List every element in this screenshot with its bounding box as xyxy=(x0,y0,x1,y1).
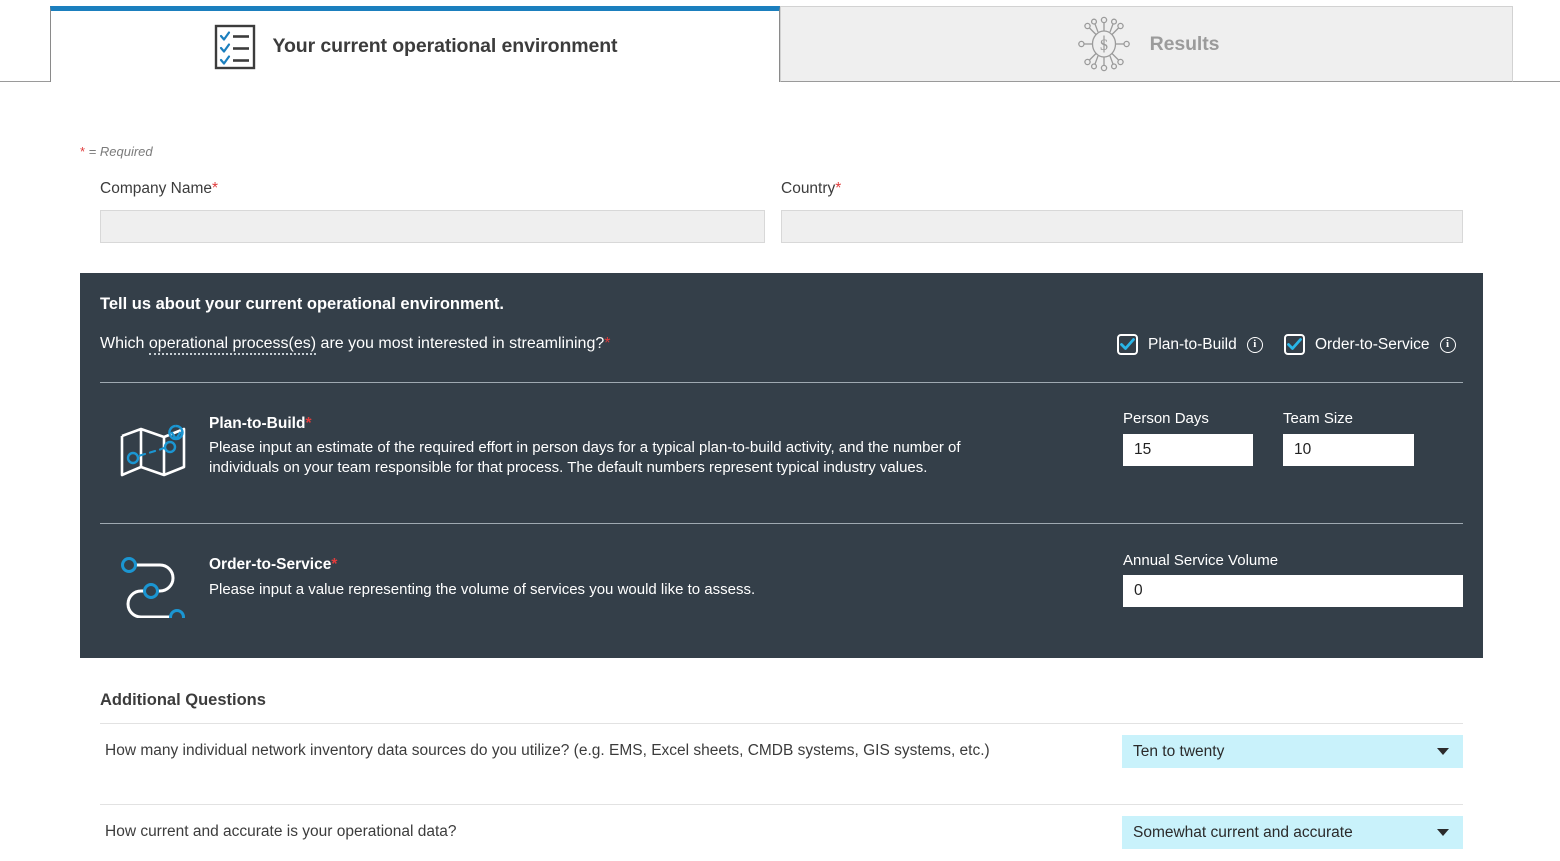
service-path-icon xyxy=(118,554,190,623)
info-icon-plan-to-build[interactable]: i xyxy=(1247,337,1263,353)
tab-current-operational-environment[interactable]: Your current operational environment xyxy=(50,6,780,82)
check-icon xyxy=(1287,338,1302,351)
company-name-input[interactable] xyxy=(100,210,765,243)
chevron-down-icon xyxy=(1437,748,1449,755)
dropdown-data-sources[interactable]: Ten to twenty xyxy=(1122,735,1463,768)
company-name-label-text: Company Name xyxy=(100,180,212,197)
checklist-icon xyxy=(213,24,257,70)
additional-questions-divider-2 xyxy=(100,804,1463,805)
team-size-input[interactable] xyxy=(1283,434,1414,466)
additional-questions-divider-1 xyxy=(100,723,1463,724)
tab-label-results: Results xyxy=(1150,33,1220,56)
question-text-data-sources: How many individual network inventory da… xyxy=(105,742,990,760)
panel-divider-bottom xyxy=(100,523,1463,524)
row-title-plan-to-build: Plan-to-Build* xyxy=(209,415,311,433)
row-description-order-to-service: Please input a value representing the vo… xyxy=(209,580,989,600)
dropdown-value-data-accuracy: Somewhat current and accurate xyxy=(1133,824,1353,842)
checkbox-order-to-service[interactable] xyxy=(1284,334,1305,355)
person-days-label: Person Days xyxy=(1123,410,1209,427)
person-days-input[interactable] xyxy=(1123,434,1253,466)
panel-question-pre: Which xyxy=(100,335,149,352)
row-title-order-to-service: Order-to-Service* xyxy=(209,556,337,574)
question-text-data-accuracy: How current and accurate is your operati… xyxy=(105,823,457,841)
checkbox-group-plan-to-build[interactable]: Plan-to-Build i xyxy=(1117,334,1263,355)
panel-question-required-star: * xyxy=(604,335,610,352)
annual-service-volume-input[interactable] xyxy=(1123,575,1463,607)
country-label: Country* xyxy=(781,180,841,198)
panel-title: Tell us about your current operational e… xyxy=(100,295,504,314)
calculator-page: Your current operational environment xyxy=(0,0,1560,861)
row-description-plan-to-build: Please input an estimate of the required… xyxy=(209,438,989,477)
checkbox-label-plan-to-build: Plan-to-Build xyxy=(1148,336,1237,354)
chevron-down-icon xyxy=(1437,829,1449,836)
country-required-star: * xyxy=(835,180,841,197)
panel-divider-top xyxy=(100,382,1463,383)
required-legend: * = Required xyxy=(80,144,153,159)
team-size-label: Team Size xyxy=(1283,410,1353,427)
operational-process-tooltip-term[interactable]: operational process(es) xyxy=(149,335,316,355)
company-name-label: Company Name* xyxy=(100,180,218,198)
panel-question: Which operational process(es) are you mo… xyxy=(100,335,610,353)
checkbox-plan-to-build[interactable] xyxy=(1117,334,1138,355)
tab-results[interactable]: $ Results xyxy=(780,6,1513,82)
annual-service-volume-label: Annual Service Volume xyxy=(1123,552,1278,569)
country-input[interactable] xyxy=(781,210,1463,243)
country-label-text: Country xyxy=(781,180,835,197)
row-required-star-plan-to-build: * xyxy=(305,415,311,432)
checkbox-label-order-to-service: Order-to-Service xyxy=(1315,336,1430,354)
dropdown-data-accuracy[interactable]: Somewhat current and accurate xyxy=(1122,816,1463,849)
checkbox-group-order-to-service[interactable]: Order-to-Service i xyxy=(1284,334,1456,355)
check-icon xyxy=(1120,338,1135,351)
additional-questions-title: Additional Questions xyxy=(100,691,266,710)
tab-label-current-environment: Your current operational environment xyxy=(273,35,618,58)
required-legend-text: = Required xyxy=(85,144,153,159)
dropdown-value-data-sources: Ten to twenty xyxy=(1133,743,1224,761)
row-required-star-order-to-service: * xyxy=(331,556,337,573)
row-title-text-plan-to-build: Plan-to-Build xyxy=(209,415,305,432)
dollar-network-icon: $ xyxy=(1074,15,1134,73)
operational-environment-panel: Tell us about your current operational e… xyxy=(80,273,1483,658)
company-name-required-star: * xyxy=(212,180,218,197)
row-title-text-order-to-service: Order-to-Service xyxy=(209,556,331,573)
folded-map-icon xyxy=(118,418,190,489)
tab-strip: Your current operational environment xyxy=(0,0,1560,83)
panel-question-post: are you most interested in streamlining? xyxy=(316,335,604,352)
info-icon-order-to-service[interactable]: i xyxy=(1440,337,1456,353)
